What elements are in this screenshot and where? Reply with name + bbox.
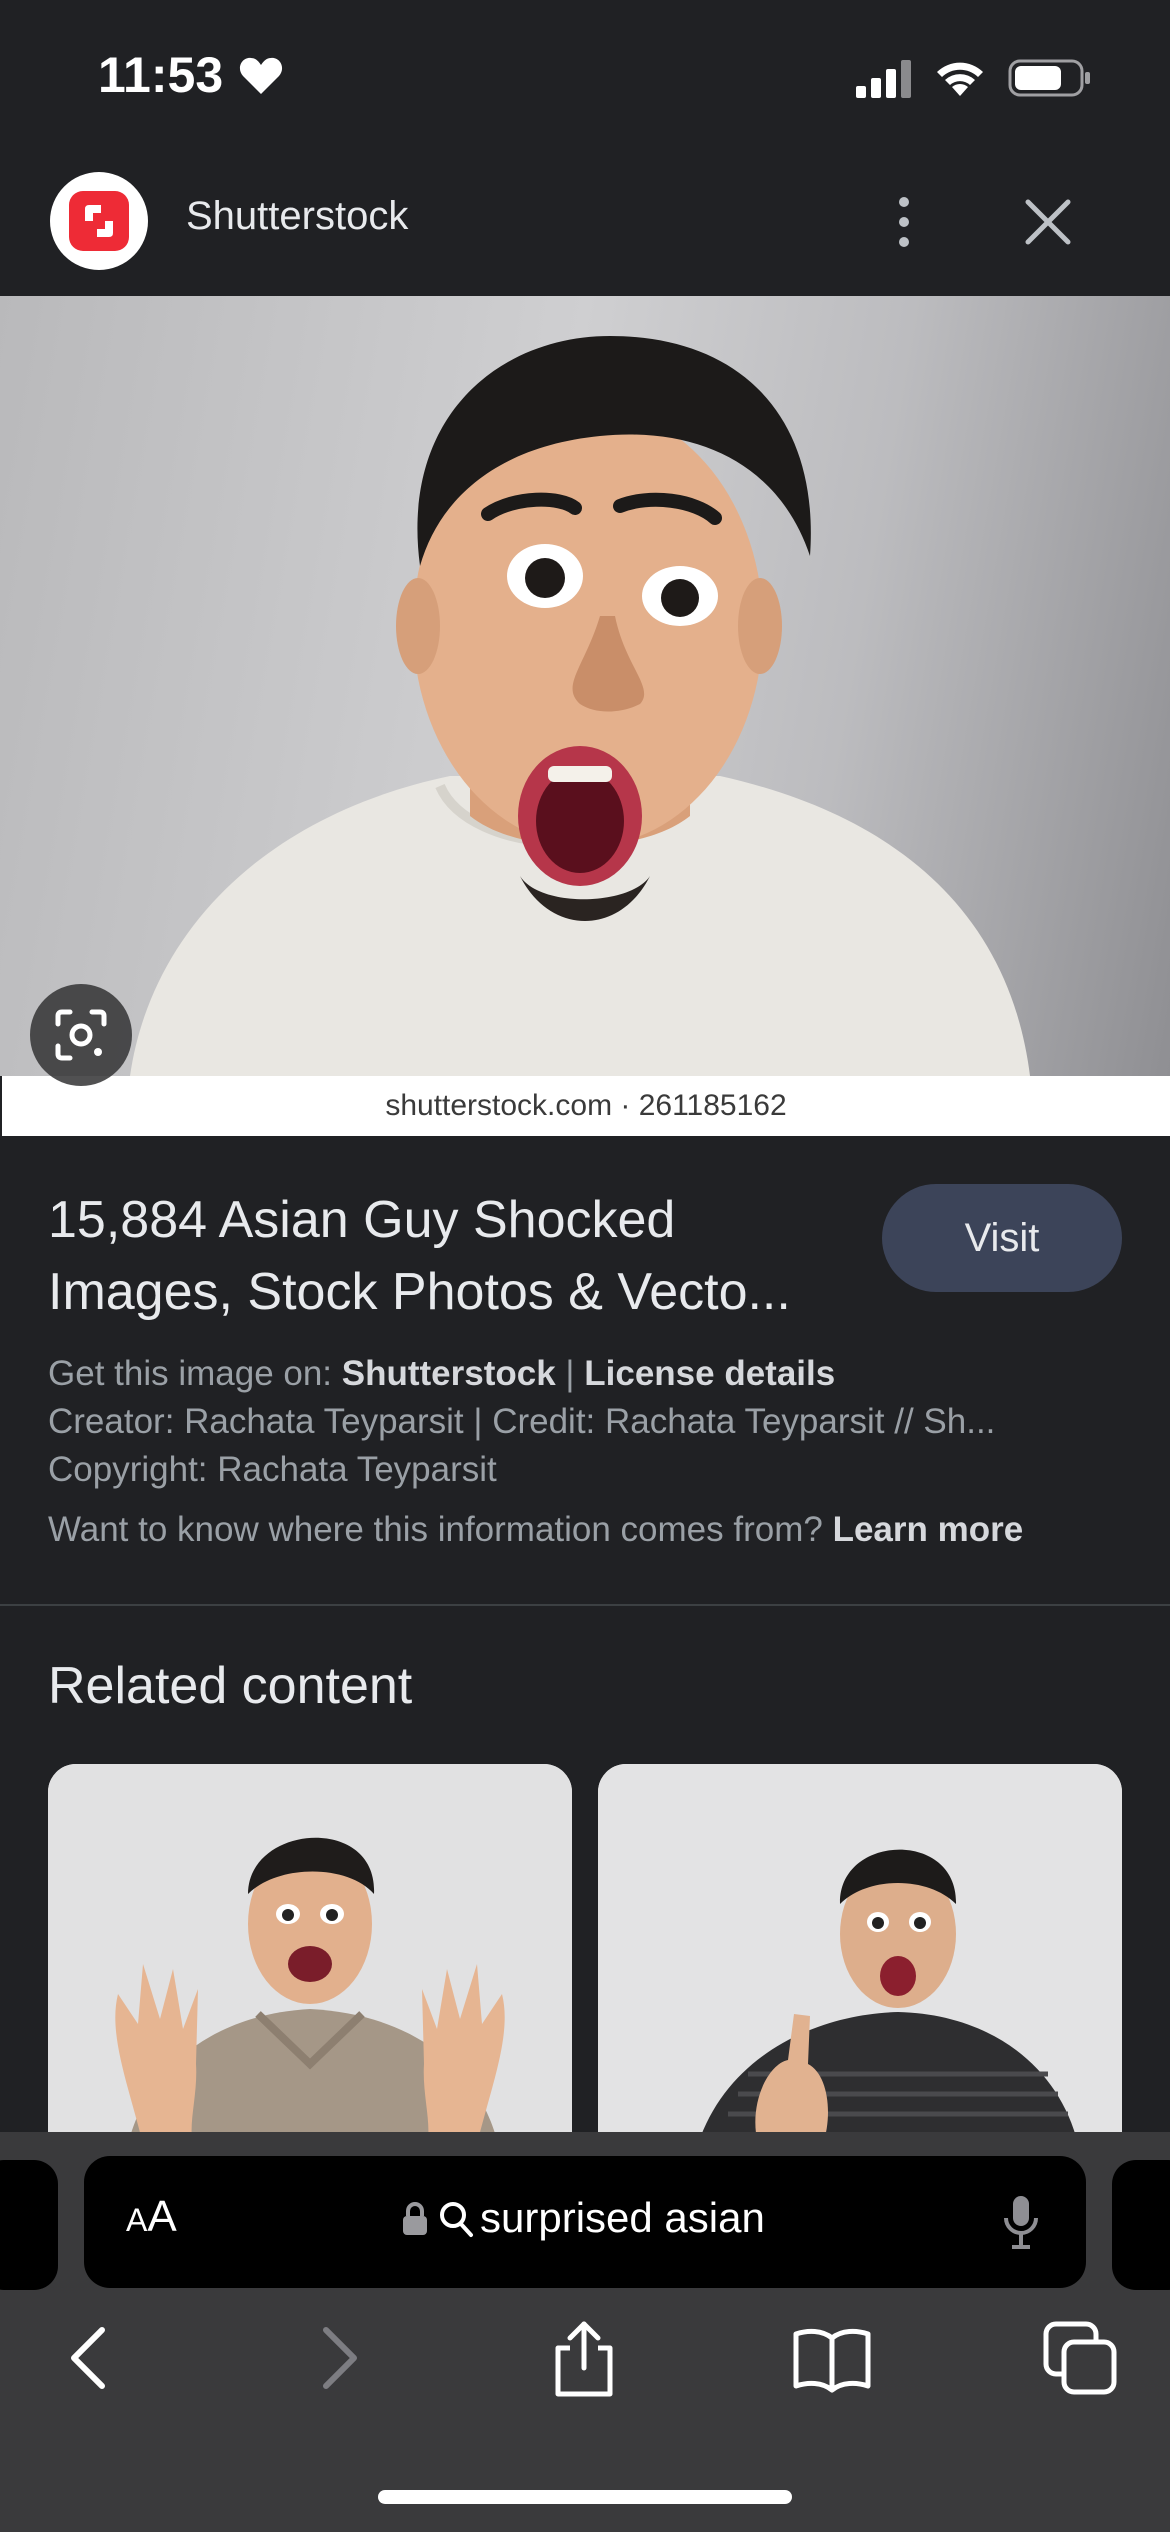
info-source-line: Want to know where this information come… [48, 1510, 1023, 1550]
more-vert-icon[interactable] [880, 190, 928, 254]
lock-icon [403, 2202, 427, 2235]
divider [0, 1604, 1170, 1606]
info-source-text: Want to know where this information come… [48, 1510, 833, 1549]
get-image-prefix: Get this image on: [48, 1354, 342, 1393]
battery-icon [1008, 59, 1090, 97]
text-size-large: A [147, 2192, 177, 2241]
text-size-button[interactable]: AA [126, 2192, 177, 2242]
related-content-heading: Related content [48, 1657, 413, 1715]
image-title-line2: Images, Stock Photos & Vecto... [48, 1263, 791, 1321]
get-image-line: Get this image on: Shutterstock | Licens… [48, 1354, 835, 1394]
status-bar: 11:53 [0, 0, 1170, 150]
image-title[interactable]: 15,884 Asian Guy Shocked Images, Stock P… [48, 1184, 868, 1328]
google-lens-button[interactable] [30, 984, 132, 1086]
creator-line: Creator: Rachata Teyparsit | Credit: Rac… [48, 1402, 996, 1441]
site-header: Shutterstock [0, 150, 1170, 296]
learn-more-link[interactable]: Learn more [833, 1510, 1024, 1549]
main-image-illustration [130, 336, 1030, 1076]
main-image[interactable] [0, 296, 1170, 1076]
bookmarks-icon[interactable] [792, 2318, 872, 2398]
signal-icon [856, 60, 911, 98]
separator: | [555, 1354, 585, 1393]
back-icon[interactable] [48, 2318, 128, 2398]
lens-icon [55, 1009, 107, 1061]
previous-tab-peek[interactable] [0, 2160, 58, 2290]
next-tab-peek[interactable] [1112, 2160, 1170, 2290]
microphone-icon[interactable] [1002, 2194, 1040, 2250]
search-icon [440, 2202, 473, 2237]
share-icon[interactable] [544, 2318, 624, 2398]
home-indicator[interactable] [378, 2490, 792, 2504]
image-watermark-caption: shutterstock.com · 261185162 [2, 1076, 1170, 1136]
wifi-icon [937, 62, 983, 96]
shutterstock-logo[interactable] [50, 172, 148, 270]
forward-icon[interactable] [300, 2318, 380, 2398]
address-bar[interactable]: AA surprised asian [84, 2156, 1086, 2288]
status-time: 11:53 [98, 47, 224, 103]
related-image-illustration [598, 1764, 1122, 2144]
related-image-card[interactable] [48, 1764, 572, 2144]
shutterstock-logo-icon [69, 191, 129, 251]
related-image-card[interactable] [598, 1764, 1122, 2144]
text-size-small: A [126, 2202, 148, 2238]
get-image-source-link[interactable]: Shutterstock [342, 1354, 556, 1393]
tabs-icon[interactable] [1040, 2318, 1120, 2398]
related-image-illustration [48, 1764, 572, 2144]
copyright-line: Copyright: Rachata Teyparsit [48, 1450, 497, 1489]
search-query-text[interactable]: surprised asian [480, 2194, 765, 2242]
close-icon[interactable] [1020, 194, 1076, 250]
visit-button[interactable]: Visit [882, 1184, 1122, 1292]
site-name[interactable]: Shutterstock [186, 194, 408, 239]
license-details-link[interactable]: License details [584, 1354, 835, 1393]
heart-icon [239, 57, 283, 94]
image-title-line1: 15,884 Asian Guy Shocked [48, 1191, 676, 1249]
